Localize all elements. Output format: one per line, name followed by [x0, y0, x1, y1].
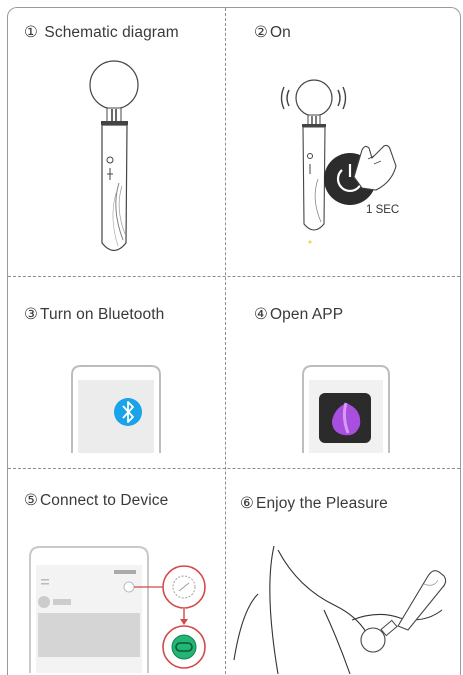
- row-divider-2: [8, 468, 460, 469]
- step-2-number: ②: [254, 24, 268, 41]
- step-3-label: Turn on Bluetooth: [40, 306, 165, 323]
- connect-device-icon: [29, 546, 206, 673]
- power-on-icon: [280, 79, 397, 244]
- step-1-label: Schematic diagram: [44, 24, 179, 41]
- step-5-number: ⑤: [24, 492, 38, 509]
- row-divider-1: [8, 276, 460, 277]
- step-4-number: ④: [254, 306, 268, 323]
- enjoy-illustration: [233, 545, 447, 675]
- app-phone-icon: [302, 365, 390, 453]
- step-5-label: Connect to Device: [40, 492, 169, 509]
- step-4-title: ④ Open APP: [254, 305, 343, 324]
- bluetooth-phone-icon: [71, 365, 161, 453]
- column-divider: [225, 8, 226, 674]
- massager-schematic-icon: [89, 60, 139, 252]
- step-1-number: ①: [24, 24, 38, 41]
- step-2-title: ② On: [254, 23, 291, 42]
- step-3-title: ③ Turn on Bluetooth: [24, 305, 164, 324]
- step-1-title: ① Schematic diagram: [24, 23, 179, 42]
- step-5-title: ⑤ Connect to Device: [24, 491, 168, 510]
- step-6-title: ⑥ Enjoy the Pleasure: [240, 494, 388, 513]
- step-6-number: ⑥: [240, 495, 254, 512]
- step-3-number: ③: [24, 306, 38, 323]
- step-4-label: Open APP: [270, 306, 344, 323]
- step-6-label: Enjoy the Pleasure: [256, 495, 388, 512]
- step-2-label: On: [270, 24, 291, 41]
- press-duration-label: 1 SEC: [366, 204, 400, 216]
